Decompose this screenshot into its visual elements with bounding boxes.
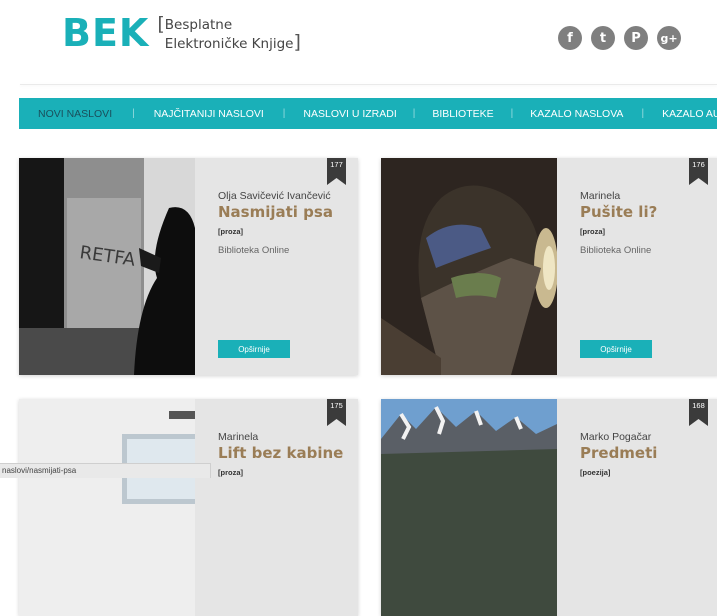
book-author[interactable]: Marinela <box>580 190 717 202</box>
nav-item-kazalo-autora[interactable]: KAZALO AUTORA <box>662 108 717 120</box>
issue-badge: 168 <box>689 399 708 426</box>
nav-item-biblioteke[interactable]: BIBLIOTEKE <box>432 108 493 120</box>
social-links: f t P g+ <box>558 26 681 50</box>
nav-separator: | <box>412 108 416 119</box>
book-genre: [proza] <box>580 227 605 236</box>
book-title[interactable]: Pušite li? <box>580 203 717 221</box>
book-card[interactable]: 176 Marinela Pušite li? [proza] Bibliote… <box>381 158 717 375</box>
issue-number: 168 <box>692 401 705 410</box>
issue-badge: 177 <box>327 158 346 185</box>
book-card[interactable]: RETFA 177 Olja Savičević Ivančević Nasmi… <box>19 158 358 375</box>
book-title[interactable]: Lift bez kabine <box>218 444 358 462</box>
book-genre: [proza] <box>218 227 243 236</box>
issue-badge: 176 <box>689 158 708 185</box>
book-author[interactable]: Marinela <box>218 431 358 443</box>
site-logo[interactable]: BEK [ Besplatne Elektroničke Knjige] <box>62 14 301 53</box>
nav-item-najcitaniji-naslovi[interactable]: NAJČITANIJI NASLOVI <box>154 108 264 120</box>
logo-line-1: Besplatne <box>164 17 233 33</box>
book-author[interactable]: Marko Pogačar <box>580 431 717 443</box>
twitter-icon[interactable]: t <box>591 26 615 50</box>
pinterest-icon[interactable]: P <box>624 26 648 50</box>
logo-line-2: Elektroničke Knjige] <box>164 31 301 53</box>
issue-badge: 175 <box>327 399 346 426</box>
logo-bracket-close: ] <box>293 31 301 53</box>
book-genre: [poezija] <box>580 468 611 477</box>
nav-separator: | <box>641 108 645 119</box>
book-title[interactable]: Predmeti <box>580 444 717 462</box>
logo-brand: BEK <box>62 11 150 55</box>
nav-separator: | <box>282 108 286 119</box>
book-card[interactable]: 175 Marinela Lift bez kabine [proza] <box>19 399 358 616</box>
book-library: Biblioteka Online <box>218 245 290 256</box>
issue-number: 175 <box>330 401 343 410</box>
book-author[interactable]: Olja Savičević Ivančević <box>218 190 358 202</box>
book-library: Biblioteka Online <box>580 245 652 256</box>
main-nav: NOVI NASLOVI | NAJČITANIJI NASLOVI | NAS… <box>19 98 717 129</box>
facebook-icon[interactable]: f <box>558 26 582 50</box>
book-cover-image[interactable] <box>381 399 557 616</box>
book-title[interactable]: Nasmijati psa <box>218 203 358 221</box>
book-cover-image[interactable] <box>19 399 195 616</box>
nav-item-kazalo-naslova[interactable]: KAZALO NASLOVA <box>530 108 623 120</box>
book-card[interactable]: 168 Marko Pogačar Predmeti [poezija] <box>381 399 717 616</box>
header-divider <box>20 84 717 85</box>
issue-number: 176 <box>692 160 705 169</box>
book-cover-image[interactable] <box>381 158 557 375</box>
nav-item-novi-naslovi[interactable]: NOVI NASLOVI <box>38 108 112 120</box>
book-cover-image[interactable]: RETFA <box>19 158 195 375</box>
nav-separator: | <box>510 108 514 119</box>
issue-number: 177 <box>330 160 343 169</box>
browser-status-url: naslovi/nasmijati-psa <box>0 463 211 478</box>
read-more-button[interactable]: Opširnije <box>218 340 290 358</box>
read-more-button[interactable]: Opširnije <box>580 340 652 358</box>
book-genre: [proza] <box>218 468 243 477</box>
logo-bracket-open: [ <box>157 13 165 35</box>
logo-subtitle: [ Besplatne Elektroničke Knjige] <box>157 13 301 53</box>
google-plus-icon[interactable]: g+ <box>657 26 681 50</box>
nav-separator: | <box>132 108 135 119</box>
nav-item-naslovi-u-izradi[interactable]: NASLOVI U IZRADI <box>303 108 396 120</box>
